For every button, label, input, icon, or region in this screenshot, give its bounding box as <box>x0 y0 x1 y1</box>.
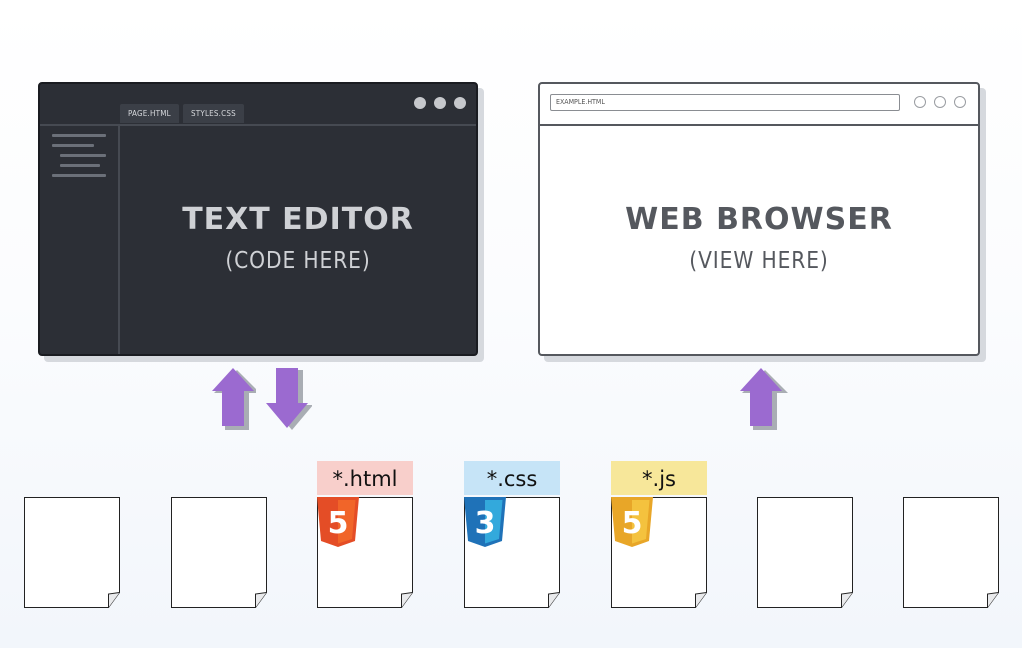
tab-page-html[interactable]: PAGE.HTML <box>120 104 179 123</box>
blank-file-icon[interactable] <box>757 497 853 608</box>
html-extension-label: *.html <box>317 461 413 495</box>
address-bar[interactable]: EXAMPLE.HTML <box>550 94 900 111</box>
blank-file-icon[interactable] <box>24 497 120 608</box>
js-extension-label: *.js <box>611 461 707 495</box>
js-icon: 5 <box>611 497 653 547</box>
blank-file-icon[interactable] <box>171 497 267 608</box>
window-button-icon[interactable] <box>914 96 926 108</box>
editor-subtitle: (CODE HERE) <box>225 248 371 274</box>
css3-icon: 3 <box>464 497 506 547</box>
window-dot-icon <box>434 97 446 109</box>
html5-icon: 5 <box>317 497 359 547</box>
arrow-down-icon <box>266 368 312 430</box>
html-file[interactable]: 5 <box>317 497 413 608</box>
window-dot-icon <box>414 97 426 109</box>
editor-title: TEXT EDITOR <box>182 202 414 237</box>
window-button-icon[interactable] <box>954 96 966 108</box>
text-editor-window: PAGE.HTML STYLES.CSS TEXT EDITOR (CODE H… <box>38 82 478 356</box>
svg-text:3: 3 <box>475 506 496 541</box>
editor-titlebar: PAGE.HTML STYLES.CSS <box>40 84 476 126</box>
arrow-up-icon <box>212 368 256 430</box>
browser-subtitle: (VIEW HERE) <box>689 248 829 274</box>
arrow-up-icon <box>740 368 788 430</box>
js-file[interactable]: 5 <box>611 497 707 608</box>
window-button-icon[interactable] <box>934 96 946 108</box>
css-file[interactable]: 3 <box>464 497 560 608</box>
browser-title: WEB BROWSER <box>625 202 893 237</box>
editor-file-tree <box>40 126 120 354</box>
blank-file-icon[interactable] <box>903 497 999 608</box>
tab-styles-css[interactable]: STYLES.CSS <box>183 104 244 123</box>
web-browser-window: EXAMPLE.HTML WEB BROWSER (VIEW HERE) <box>538 82 980 356</box>
svg-text:5: 5 <box>328 506 349 541</box>
browser-titlebar: EXAMPLE.HTML <box>540 84 978 126</box>
css-extension-label: *.css <box>464 461 560 495</box>
svg-text:5: 5 <box>622 506 643 541</box>
window-dot-icon <box>454 97 466 109</box>
